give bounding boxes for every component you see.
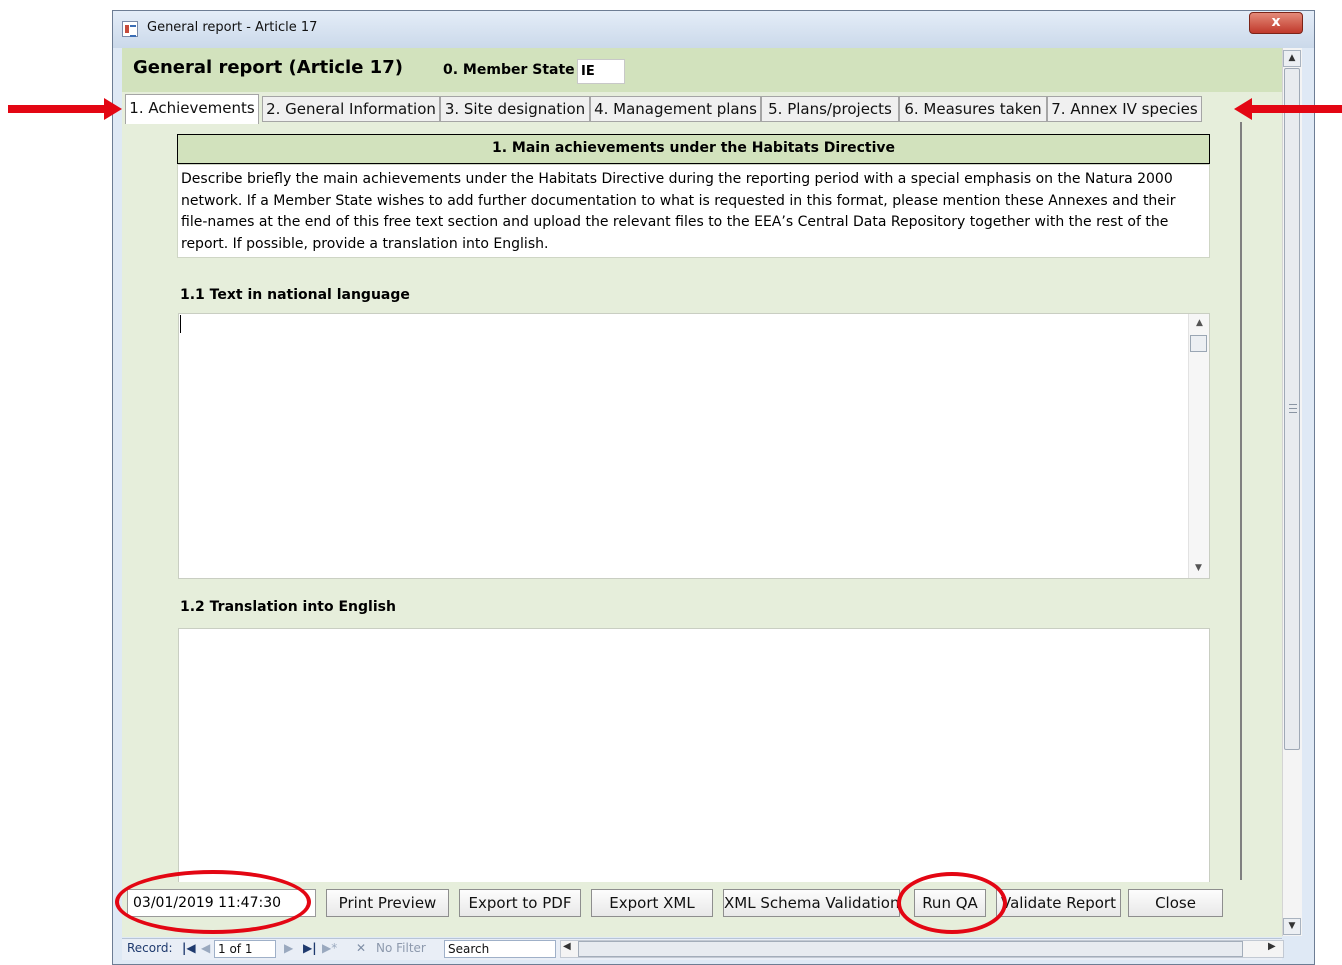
new-record-icon[interactable]: ▶* — [322, 941, 337, 955]
translation-label: 1.2 Translation into English — [180, 599, 396, 615]
scroll-left-icon[interactable]: ◀ — [563, 941, 571, 952]
no-filter-button[interactable]: No Filter — [376, 941, 426, 955]
validate-report-button[interactable]: Validate Report — [996, 889, 1121, 917]
scroll-up-icon[interactable]: ▲ — [1189, 318, 1210, 328]
member-state-label: 0. Member State — [443, 62, 575, 78]
annotation-ellipse-run-qa — [897, 872, 1007, 934]
scroll-right-icon[interactable]: ▶ — [1268, 941, 1276, 952]
form-icon — [122, 21, 138, 37]
textarea-scrollbar[interactable]: ▲ — [1188, 314, 1209, 578]
filter-icon[interactable]: ✕ — [356, 941, 366, 955]
record-position-field[interactable]: 1 of 1 — [214, 940, 276, 958]
national-language-textarea[interactable] — [178, 313, 1210, 579]
annotation-arrow-left-head — [104, 98, 122, 120]
text-caret — [180, 315, 181, 333]
annotation-arrow-right-head — [1234, 98, 1252, 120]
form-title: General report (Article 17) — [133, 57, 403, 78]
prev-record-icon[interactable]: ◀ — [201, 941, 210, 955]
member-state-field[interactable]: IE — [577, 59, 625, 84]
first-record-icon[interactable]: |◀ — [182, 941, 196, 955]
tab-measures-taken[interactable]: 6. Measures taken — [899, 96, 1047, 122]
annotation-ellipse-timestamp — [115, 870, 311, 934]
close-button[interactable]: Close — [1128, 889, 1223, 917]
export-pdf-button[interactable]: Export to PDF — [459, 889, 581, 917]
tab-general-information[interactable]: 2. General Information — [262, 96, 440, 122]
translation-textarea[interactable] — [178, 628, 1210, 882]
annotation-arrow-right — [1250, 105, 1342, 113]
scroll-down-icon[interactable]: ▼ — [1283, 918, 1301, 935]
scroll-up-icon[interactable]: ▲ — [1283, 50, 1301, 67]
last-record-icon[interactable]: ▶| — [303, 941, 317, 955]
tab-plans-projects[interactable]: 5. Plans/projects — [761, 96, 899, 122]
window-close-button[interactable]: x — [1249, 12, 1303, 34]
section-heading: 1. Main achievements under the Habitats … — [177, 134, 1210, 164]
tab-site-designation[interactable]: 3. Site designation — [440, 96, 590, 122]
tab-achievements[interactable]: 1. Achievements — [125, 94, 259, 124]
xml-schema-validation-button[interactable]: XML Schema Validation — [723, 889, 900, 917]
window-title: General report - Article 17 — [147, 20, 318, 35]
scroll-down-icon[interactable]: ▼ — [1188, 563, 1209, 573]
national-language-label: 1.1 Text in national language — [180, 287, 410, 303]
annotation-arrow-left — [8, 105, 108, 113]
print-preview-button[interactable]: Print Preview — [326, 889, 449, 917]
textarea-scroll-thumb[interactable] — [1190, 335, 1207, 352]
tab-management-plans[interactable]: 4. Management plans — [590, 96, 761, 122]
tab-annex-iv-species[interactable]: 7. Annex IV species — [1047, 96, 1202, 122]
section-description: Describe briefly the main achievements u… — [177, 164, 1210, 258]
scroll-grip-icon — [1289, 404, 1297, 413]
next-record-icon[interactable]: ▶ — [284, 941, 293, 955]
export-xml-button[interactable]: Export XML — [591, 889, 713, 917]
search-input[interactable]: Search — [444, 940, 556, 958]
horizontal-scroll-thumb[interactable] — [578, 941, 1243, 957]
record-label: Record: — [127, 941, 173, 955]
